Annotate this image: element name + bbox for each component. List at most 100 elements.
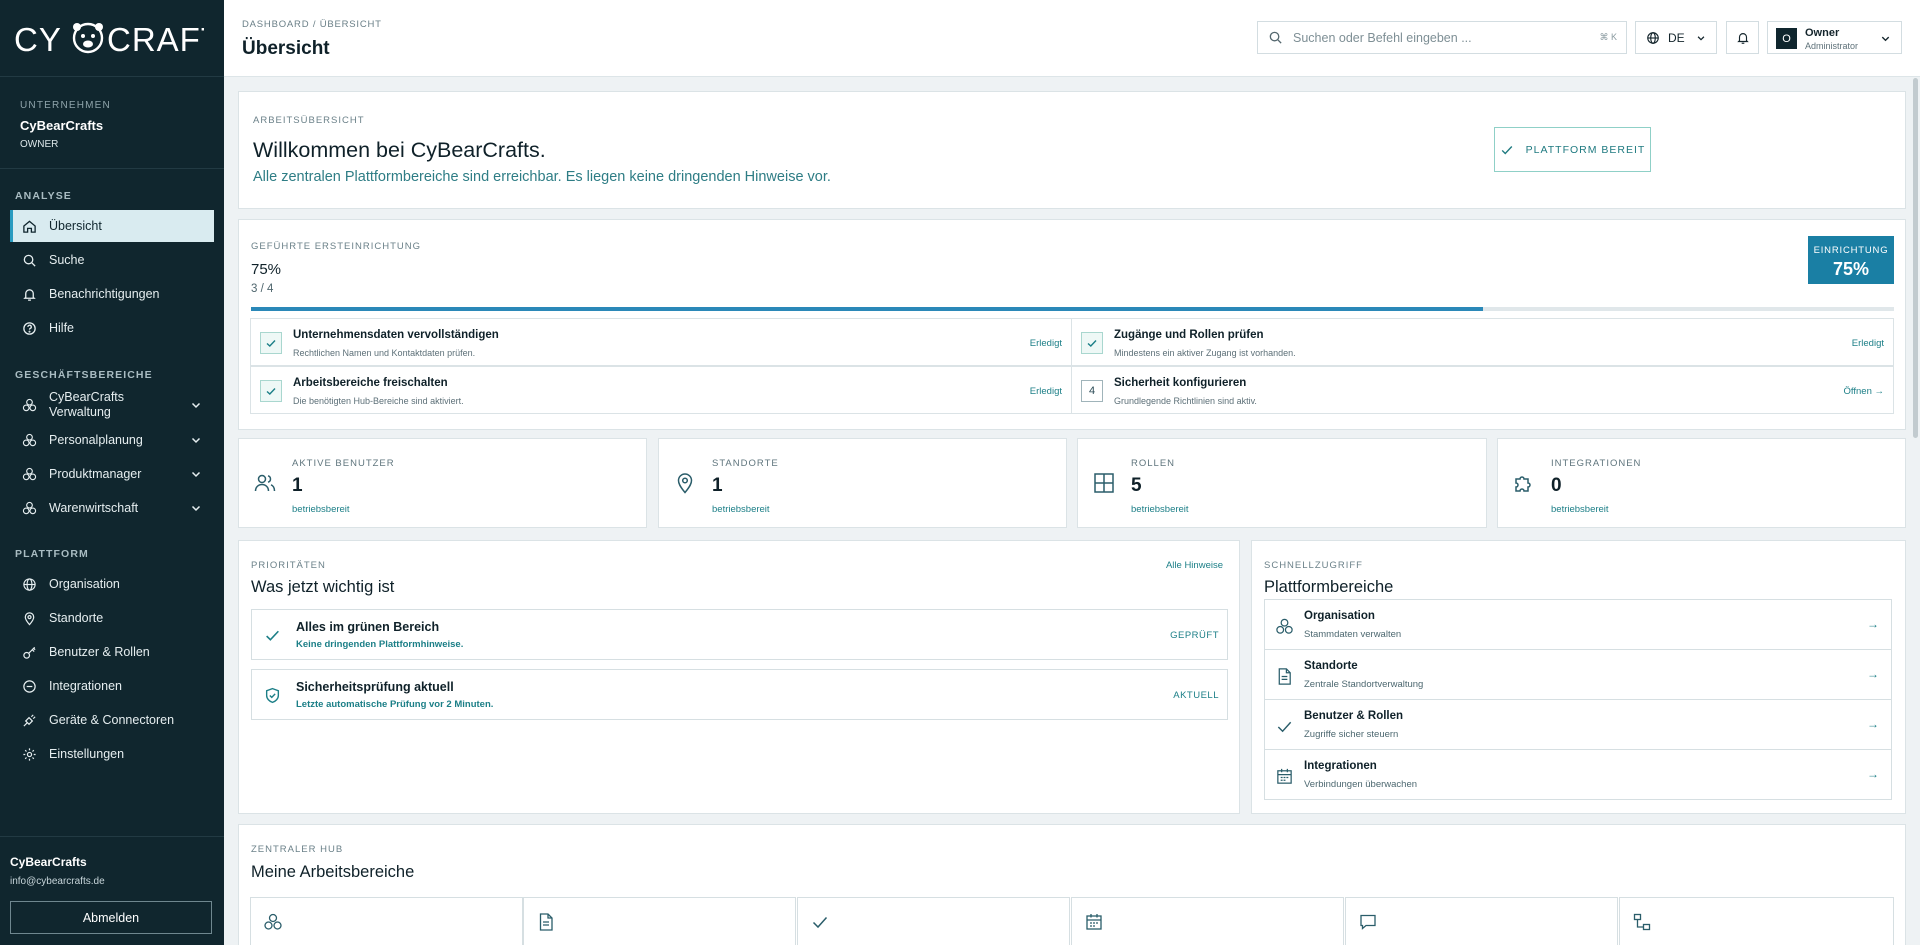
calendar-icon xyxy=(1086,914,1102,930)
sidebar-item-verwaltung[interactable]: CyBearCrafts Verwaltung xyxy=(10,386,214,424)
notifications-button[interactable] xyxy=(1726,21,1759,54)
quick-access-item-standorte[interactable]: Standorte Zentrale Standortverwaltung → xyxy=(1264,650,1892,700)
cubes-icon xyxy=(22,433,37,446)
hub-tile[interactable] xyxy=(1619,897,1894,945)
setup-task[interactable]: Unternehmensdaten vervollständigen Recht… xyxy=(250,318,1072,366)
sidebar-item-warenwirtschaft[interactable]: Warenwirtschaft xyxy=(10,492,214,524)
calendar-icon xyxy=(1277,768,1292,784)
kpi-card-integrations: INTEGRATIONEN 0 betriebsbereit xyxy=(1497,438,1906,528)
priority-subtitle: Letzte automatische Prüfung vor 2 Minute… xyxy=(296,699,494,710)
task-status: Erledigt xyxy=(1029,386,1062,397)
pin-icon xyxy=(677,473,693,494)
hub-tile[interactable] xyxy=(1071,897,1344,945)
task-open-link[interactable]: Öffnen → xyxy=(1844,386,1885,397)
task-step-number: 4 xyxy=(1081,380,1103,402)
kpi-label: STANDORTE xyxy=(712,458,779,469)
link-icon xyxy=(23,679,36,693)
hub-tile[interactable] xyxy=(797,897,1070,945)
sidebar-item-help[interactable]: Hilfe xyxy=(10,312,214,344)
breadcrumb: DASHBOARD / ÜBERSICHT xyxy=(242,19,382,30)
sidebar-item-label: Standorte xyxy=(49,611,104,625)
cubes-icon xyxy=(22,398,37,411)
kpi-label: INTEGRATIONEN xyxy=(1551,458,1642,469)
sidebar-item-search[interactable]: Suche xyxy=(10,244,214,276)
priority-item[interactable]: Alles im grünen Bereich Keine dringenden… xyxy=(251,609,1228,660)
task-checkbox xyxy=(260,380,282,402)
user-role: Administrator xyxy=(1805,41,1859,51)
search-shortcut: ⌘ K xyxy=(1599,32,1617,42)
quick-access-title: Benutzer & Rollen xyxy=(1304,710,1404,722)
quick-access-subtitle: Zugriffe sicher steuern xyxy=(1304,729,1399,740)
kpi-status: betriebsbereit xyxy=(1551,504,1609,515)
user-menu[interactable]: O Owner Administrator xyxy=(1767,21,1902,54)
search-icon xyxy=(1269,31,1282,44)
section-analyse: ANALYSE xyxy=(15,190,72,202)
search-icon xyxy=(23,254,36,267)
sidebar: CY CRAFTS UNTERNEHMEN CyBearCrafts OWNER… xyxy=(0,0,224,945)
welcome-card: ARBEITSÜBERSICHT Willkommen bei CyBearCr… xyxy=(238,91,1906,209)
quick-access-item-benutzer-rollen[interactable]: Benutzer & Rollen Zugriffe sicher steuer… xyxy=(1264,700,1892,750)
quick-access-item-organisation[interactable]: Organisation Stammdaten verwalten → xyxy=(1264,599,1892,650)
sidebar-item-label: Benachrichtigungen xyxy=(49,287,160,301)
sidebar-item-standorte[interactable]: Standorte xyxy=(10,602,214,634)
arrow-right-icon: → xyxy=(1867,667,1879,681)
setup-task[interactable]: Arbeitsbereiche freischalten Die benötig… xyxy=(250,366,1072,414)
sidebar-item-benutzer-rollen[interactable]: Benutzer & Rollen xyxy=(10,636,214,668)
sidebar-item-integrationen[interactable]: Integrationen xyxy=(10,670,214,702)
sidebar-item-organisation[interactable]: Organisation xyxy=(10,568,214,600)
cubes-icon xyxy=(1276,618,1293,634)
search-box[interactable]: ⌘ K xyxy=(1257,21,1627,54)
kpi-card-active-users: AKTIVE BENUTZER 1 betriebsbereit xyxy=(238,438,647,528)
chevron-down-icon xyxy=(191,505,201,512)
priorities-title: Was jetzt wichtig ist xyxy=(251,578,395,596)
quick-access-title: Integrationen xyxy=(1304,760,1377,772)
sidebar-item-personalplanung[interactable]: Personalplanung xyxy=(10,424,214,456)
sidebar-item-label: Produktmanager xyxy=(49,467,142,481)
hub-tile[interactable] xyxy=(250,897,523,945)
quick-access-title: Plattformbereiche xyxy=(1264,578,1394,596)
kpi-value: 5 xyxy=(1131,475,1142,496)
task-checkbox xyxy=(1081,332,1103,354)
kpi-card-roles: ROLLEN 5 betriebsbereit xyxy=(1077,438,1487,528)
gear-icon xyxy=(23,747,36,761)
setup-task[interactable]: 4 Sicherheit konfigurieren Grundlegende … xyxy=(1071,366,1894,414)
sidebar-item-produktmanager[interactable]: Produktmanager xyxy=(10,458,214,490)
language-select[interactable]: DE xyxy=(1635,21,1717,54)
hub-tile[interactable] xyxy=(1345,897,1618,945)
sidebar-item-overview[interactable]: Übersicht xyxy=(10,210,214,242)
quick-access-item-integrationen[interactable]: Integrationen Verbindungen überwachen → xyxy=(1264,750,1892,800)
hub-tile[interactable] xyxy=(523,897,796,945)
check-icon xyxy=(266,340,276,347)
all-notices-link[interactable]: Alle Hinweise xyxy=(1166,560,1223,571)
pin-icon xyxy=(24,611,35,626)
search-input[interactable] xyxy=(1293,30,1593,45)
setup-badge-label: EINRICHTUNG xyxy=(1813,245,1889,256)
priorities-caption: PRIORITÄTEN xyxy=(251,560,326,571)
sidebar-user-email: info@cybearcrafts.de xyxy=(10,876,105,887)
task-subtitle: Mindestens ein aktiver Zugang ist vorhan… xyxy=(1114,348,1296,358)
platform-ready-button[interactable]: PLATTFORM BEREIT xyxy=(1494,127,1651,172)
priority-item[interactable]: Sicherheitsprüfung aktuell Letzte automa… xyxy=(251,669,1228,720)
check-icon xyxy=(266,388,276,395)
task-subtitle: Die benötigten Hub-Bereiche sind aktivie… xyxy=(293,396,464,406)
sidebar-item-notifications[interactable]: Benachrichtigungen xyxy=(10,278,214,310)
sidebar-item-geraete-connectoren[interactable]: Geräte & Connectoren xyxy=(10,704,214,736)
kpi-label: AKTIVE BENUTZER xyxy=(292,458,395,469)
setup-task[interactable]: Zugänge und Rollen prüfen Mindestens ein… xyxy=(1071,318,1894,366)
cybearcrafts-logo[interactable]: CY CRAFTS xyxy=(14,18,204,58)
page-scrollbar[interactable] xyxy=(1913,78,1918,438)
check-icon xyxy=(812,916,828,929)
task-subtitle: Grundlegende Richtlinien sind aktiv. xyxy=(1114,396,1257,406)
logout-button[interactable]: Abmelden xyxy=(10,901,212,934)
sidebar-user-name: CyBearCrafts xyxy=(10,855,87,869)
task-subtitle: Rechtlichen Namen und Kontaktdaten prüfe… xyxy=(293,348,476,358)
cubes-icon xyxy=(22,501,37,514)
check-icon xyxy=(1087,340,1097,347)
sidebar-item-einstellungen[interactable]: Einstellungen xyxy=(10,738,214,770)
shield-icon xyxy=(265,687,280,704)
sidebar-item-label: Integrationen xyxy=(49,679,122,693)
key-icon xyxy=(23,646,36,659)
check-icon xyxy=(1277,721,1292,733)
chat-icon xyxy=(1360,914,1376,930)
task-title: Arbeitsbereiche freischalten xyxy=(293,377,448,389)
